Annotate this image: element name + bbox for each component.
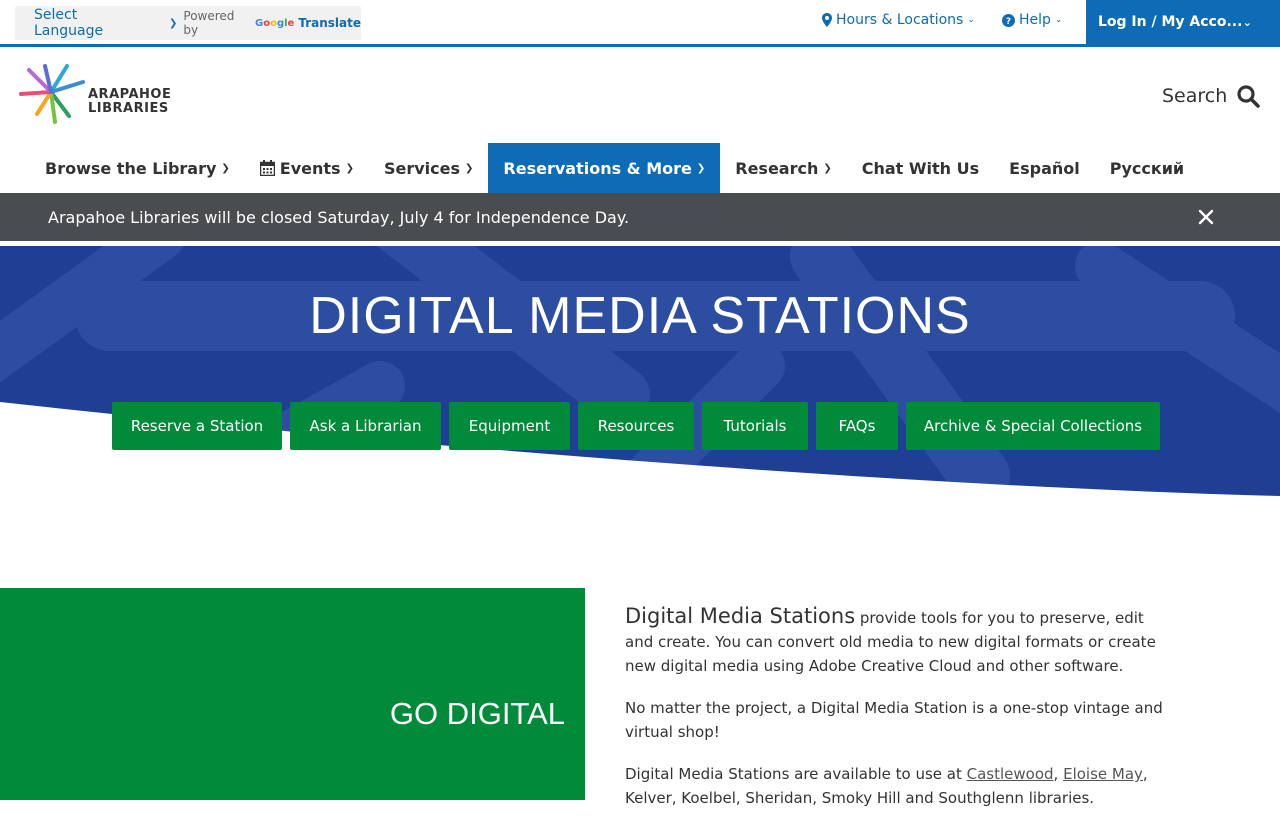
chevron-down-icon: ❯ — [221, 162, 230, 174]
alert-text: Arapahoe Libraries will be closed Saturd… — [48, 207, 630, 227]
chevron-down-icon: ⌄ — [967, 15, 975, 25]
nav-label: Research — [735, 158, 819, 178]
logo-line-1: ARAPAHOE — [88, 87, 172, 102]
tutorials-button[interactable]: Tutorials — [702, 402, 808, 450]
language-select-label: Select Language — [34, 7, 104, 39]
translate-link[interactable]: Translate — [298, 16, 361, 30]
nav-reservations-more[interactable]: Reservations & More ❯ — [488, 143, 721, 193]
utility-bar: Select Language ❯ Powered by Google Tran… — [0, 0, 1280, 47]
chevron-down-icon: ❯ — [169, 17, 178, 29]
archive-special-collections-button[interactable]: Archive & Special Collections — [906, 402, 1160, 450]
nav-services[interactable]: Services ❯ — [369, 143, 488, 193]
google-logo-icon: Google — [254, 17, 295, 29]
nav-label: Chat With Us — [861, 158, 980, 178]
chevron-down-icon: ❯ — [465, 162, 474, 174]
castlewood-link[interactable]: Castlewood — [967, 765, 1054, 783]
intro-paragraph-3: Digital Media Stations are available to … — [625, 762, 1165, 810]
calendar-icon — [259, 160, 275, 176]
starburst-logo-icon — [19, 64, 85, 124]
nav-label: Events — [279, 158, 341, 178]
nav-research[interactable]: Research ❯ — [720, 143, 847, 193]
paragraph-text: Kelver, Koelbel, Sheridan, Smoky Hill an… — [625, 789, 1095, 807]
powered-by-google: Powered by Google Translate — [183, 9, 361, 37]
nav-label: Español — [1009, 158, 1080, 178]
go-digital-panel: GO DIGITAL — [0, 588, 585, 800]
hero-banner: DIGITAL MEDIA STATIONS Reserve a Station… — [0, 246, 1280, 498]
hero-background — [0, 246, 1280, 498]
nav-label: Browse the Library — [45, 158, 217, 178]
nav-label: Русский — [1109, 158, 1185, 178]
language-select[interactable]: Select Language ❯ — [15, 6, 177, 40]
nav-russian[interactable]: Русский — [1095, 143, 1199, 193]
lead-phrase: Digital Media Stations — [625, 604, 856, 628]
intro-paragraph-1: Digital Media Stations provide tools for… — [625, 604, 1165, 678]
chevron-down-icon: ❯ — [345, 162, 354, 174]
hours-locations-link[interactable]: Hours & Locations ⌄ — [822, 12, 975, 28]
help-label: Help — [1019, 12, 1051, 28]
hours-locations-label: Hours & Locations — [836, 12, 964, 28]
alert-banner: Arapahoe Libraries will be closed Saturd… — [0, 193, 1280, 241]
svg-text:?: ? — [1006, 17, 1011, 27]
nav-espanol[interactable]: Español — [994, 143, 1095, 193]
paragraph-text: Digital Media Stations are available to … — [625, 765, 967, 783]
equipment-button[interactable]: Equipment — [449, 402, 570, 450]
chevron-down-icon: ❯ — [696, 162, 706, 174]
nav-events[interactable]: Events ❯ — [245, 143, 369, 193]
faqs-button[interactable]: FAQs — [816, 402, 898, 450]
nav-label: Reservations & More — [503, 158, 692, 178]
hero-button-group: Reserve a Station Ask a Librarian Equipm… — [112, 402, 1160, 450]
nav-chat[interactable]: Chat With Us — [847, 143, 994, 193]
logo-wordmark: ARAPAHOE LIBRARIES — [88, 88, 171, 116]
question-circle-icon: ? — [1002, 13, 1015, 27]
page-title: DIGITAL MEDIA STATIONS — [309, 287, 971, 345]
powered-by-label: Powered by — [183, 9, 235, 37]
chevron-down-icon: ⌄ — [1054, 15, 1063, 25]
eloise-may-link[interactable]: Eloise May — [1063, 765, 1143, 783]
map-marker-icon — [822, 13, 832, 27]
search-button[interactable]: Search — [1162, 84, 1261, 108]
help-link[interactable]: ? Help ⌄ — [1002, 12, 1062, 28]
ask-librarian-button[interactable]: Ask a Librarian — [290, 402, 441, 450]
login-label: Log In / My Acco... — [1098, 14, 1243, 30]
resources-button[interactable]: Resources — [578, 402, 694, 450]
close-icon[interactable] — [1196, 207, 1216, 227]
chevron-down-icon: ⌄ — [1242, 15, 1252, 29]
intro-text: Digital Media Stations provide tools for… — [625, 604, 1165, 828]
separator: , — [1053, 765, 1064, 783]
arapahoe-libraries-logo[interactable]: ARAPAHOE LIBRARIES — [15, 60, 175, 130]
separator: , — [1142, 765, 1148, 783]
panel-title: GO DIGITAL — [389, 696, 565, 731]
search-icon — [1237, 85, 1261, 108]
login-account-button[interactable]: Log In / My Acco... ⌄ — [1086, 0, 1280, 44]
intro-paragraph-2: No matter the project, a Digital Media S… — [625, 699, 1163, 741]
nav-browse-library[interactable]: Browse the Library ❯ — [30, 143, 245, 193]
main-navigation: Browse the Library ❯ Events ❯ Services ❯… — [30, 143, 1199, 193]
logo-line-2: LIBRARIES — [88, 101, 169, 116]
google-translate-widget: Select Language ❯ Powered by Google Tran… — [15, 6, 361, 40]
reserve-station-button[interactable]: Reserve a Station — [112, 402, 282, 450]
chevron-down-icon: ❯ — [823, 162, 832, 174]
nav-label: Services — [383, 158, 461, 178]
search-label: Search — [1162, 85, 1228, 107]
